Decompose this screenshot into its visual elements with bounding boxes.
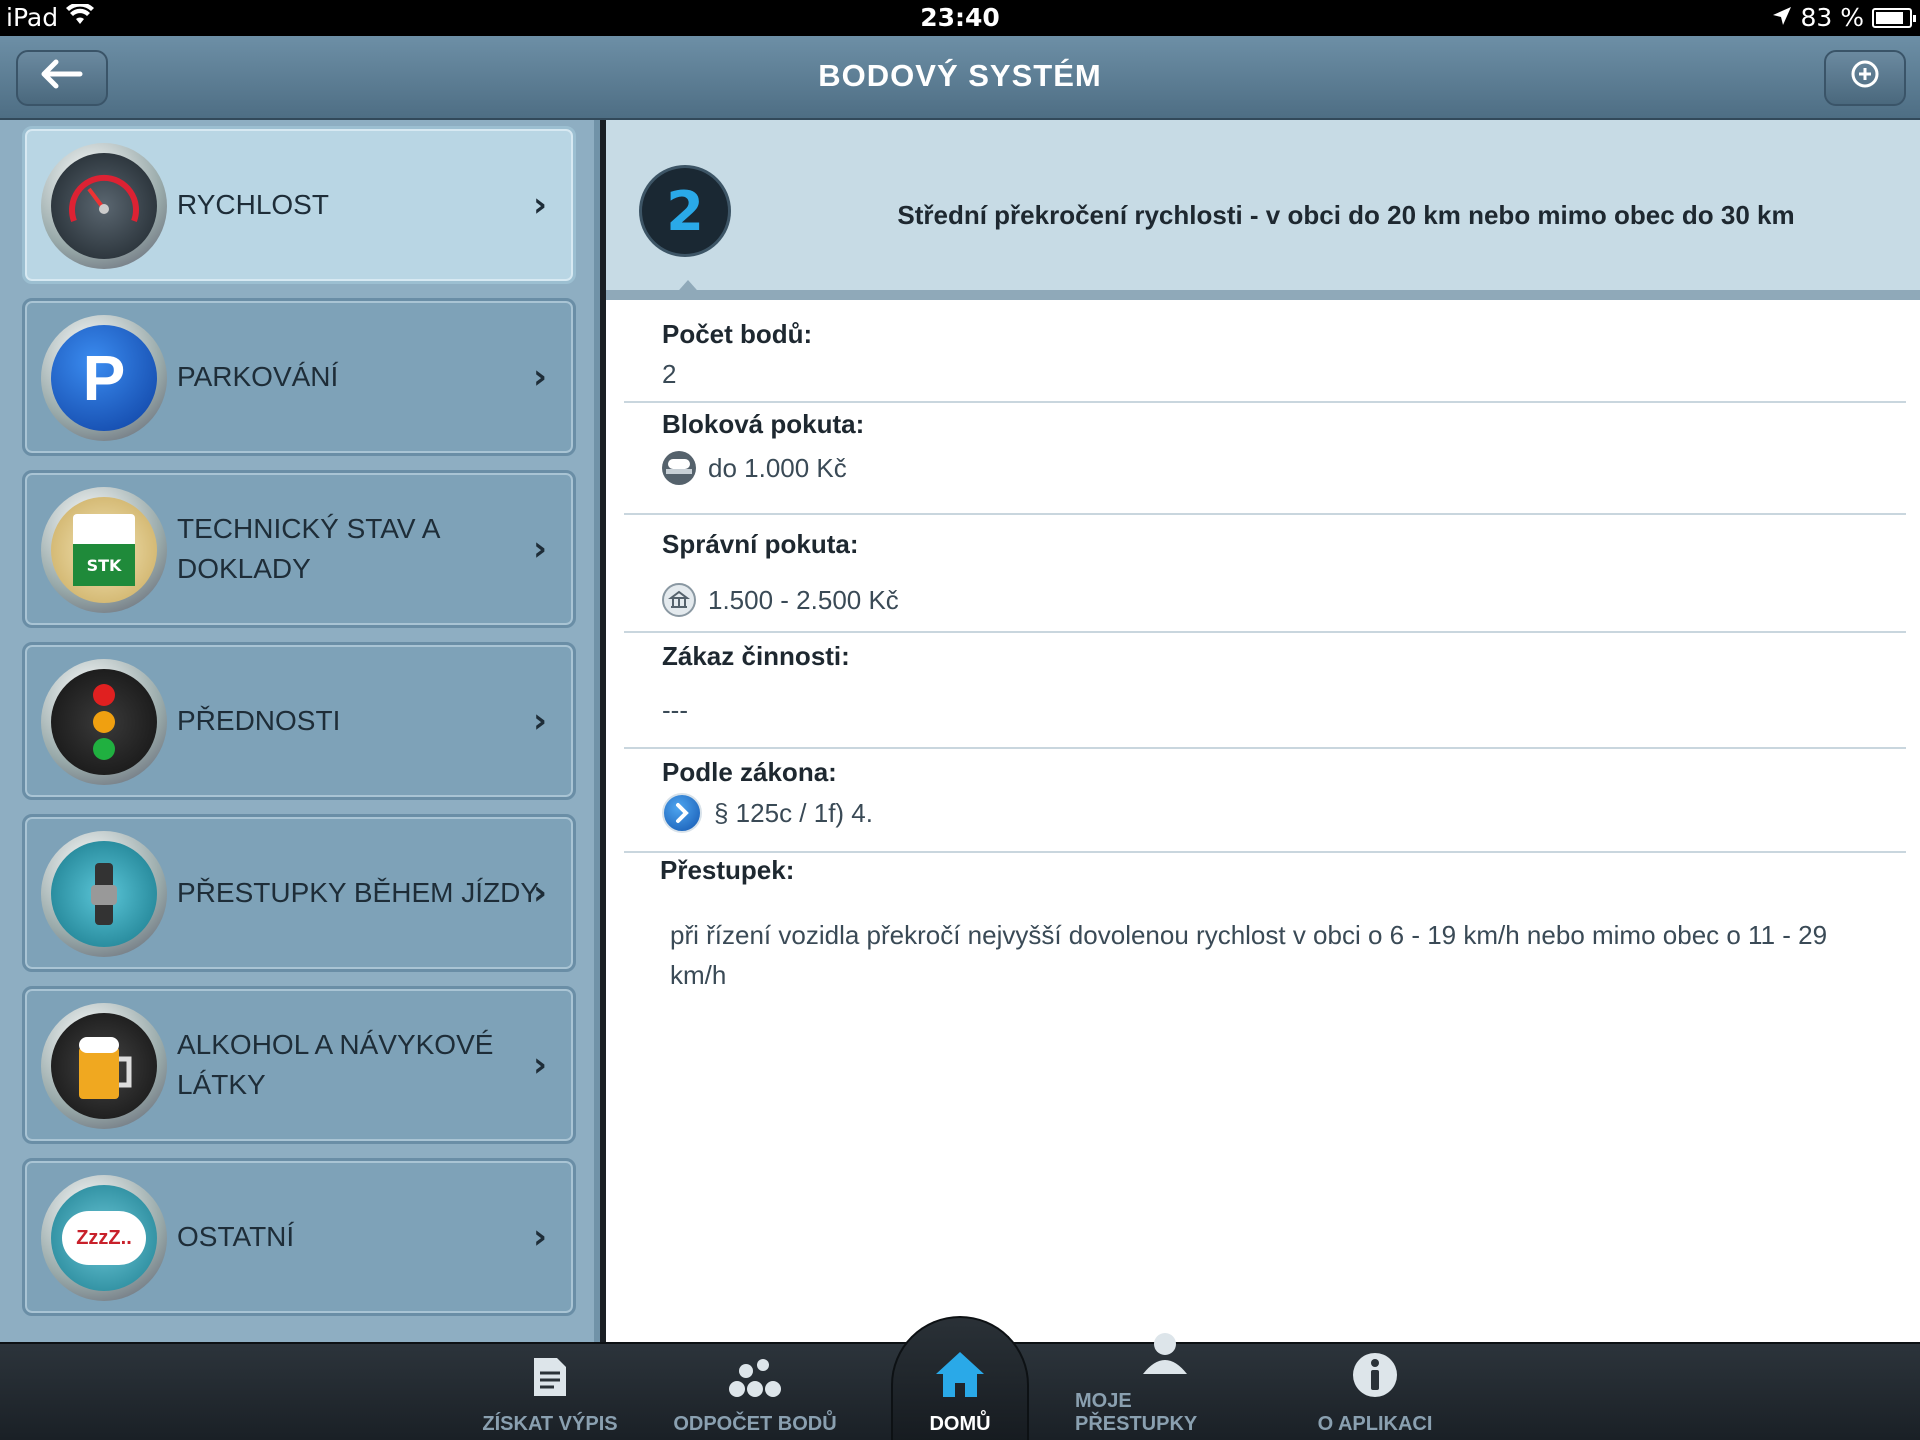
block-fine-field: Bloková pokuta: do 1.000 Kč: [624, 403, 1906, 515]
office-seal-icon: [662, 583, 696, 617]
sleep-text: ZzzZ..: [62, 1211, 146, 1265]
tab-label: ZÍSKAT VÝPIS: [482, 1413, 618, 1435]
battery-percent: 83 %: [1800, 3, 1864, 32]
ban-value: ---: [662, 695, 688, 725]
category-label: RYCHLOST: [177, 189, 329, 220]
tab-ziskat-vypis[interactable]: ZÍSKAT VÝPIS: [470, 1344, 630, 1440]
category-label: ALKOHOL A NÁVYKOVÉ LÁTKY: [177, 1029, 494, 1100]
sleep-bubble-icon: ZzzZ..: [41, 1175, 167, 1301]
info-icon: [1351, 1351, 1399, 1407]
ban-label: Zákaz činnosti:: [662, 641, 850, 671]
law-field: Podle zákona: § 125c / 1f) 4.: [624, 749, 1906, 853]
status-time: 23:40: [920, 3, 1000, 32]
location-arrow-icon: [1772, 3, 1792, 32]
block-fine-value: do 1.000 Kč: [708, 452, 847, 483]
chevron-right-icon: ›: [532, 185, 547, 225]
category-item-alkohol[interactable]: ALKOHOL A NÁVYKOVÉ LÁTKY ›: [22, 986, 576, 1144]
screen: iPad 23:40 83 % BODOVÝ SYSTÉM RYCHLOST ›…: [0, 0, 1920, 1440]
law-label: Podle zákona:: [662, 757, 837, 787]
header-pointer: [672, 280, 704, 298]
category-label: TECHNICKÝ STAV A DOKLADY: [177, 513, 439, 584]
tab-label: O APLIKACI: [1317, 1413, 1433, 1435]
category-label: PŘESTUPKY BĚHEM JÍZDY: [177, 877, 540, 908]
points-field: Počet bodů: 2: [624, 315, 1906, 403]
tab-label: ODPOČET BODŮ: [673, 1413, 837, 1435]
category-sidebar: RYCHLOST › P PARKOVÁNÍ › STK TECHNICKÝ S…: [0, 120, 600, 1342]
detail-panel: 2 Střední překročení rychlosti - v obci …: [606, 120, 1920, 1342]
battery-icon: [1872, 7, 1916, 28]
tab-label: MOJE PŘESTUPKY: [1075, 1390, 1198, 1435]
points-icon: [725, 1355, 785, 1407]
points-badge: 2: [642, 168, 728, 254]
offense-description: při řízení vozidla překročí nejvyšší dov…: [670, 920, 1828, 990]
speedometer-icon: [41, 143, 167, 269]
tab-moje-prestupky[interactable]: MOJE PŘESTUPKY: [1075, 1333, 1255, 1440]
chevron-right-icon: ›: [532, 357, 547, 397]
tab-o-aplikaci[interactable]: O APLIKACI: [1310, 1344, 1440, 1440]
user-icon: [1140, 1330, 1190, 1384]
category-label: OSTATNÍ: [177, 1221, 295, 1252]
detail-header: 2 Střední překročení rychlosti - v obci …: [606, 120, 1920, 300]
stk-document-icon: STK: [41, 487, 167, 613]
admin-fine-field: Správní pokuta: 1.500 - 2.500 Kč: [624, 515, 1906, 633]
traffic-light-icon: [41, 659, 167, 785]
home-icon: [933, 1349, 987, 1407]
tab-label: DOMŮ: [929, 1413, 991, 1435]
chevron-right-icon: ›: [532, 1045, 547, 1085]
chevron-right-icon: ›: [532, 701, 547, 741]
points-value: 2: [662, 359, 677, 389]
chevron-right-icon: ›: [532, 873, 547, 913]
block-fine-label: Bloková pokuta:: [662, 409, 865, 439]
category-item-prestupky-behem-jizdy[interactable]: PŘESTUPKY BĚHEM JÍZDY ›: [22, 814, 576, 972]
page-title: BODOVÝ SYSTÉM: [818, 58, 1102, 93]
points-label: Počet bodů:: [662, 319, 813, 349]
seatbelt-icon: [41, 831, 167, 957]
navigation-bar: BODOVÝ SYSTÉM: [0, 36, 1920, 120]
plus-circle-icon: [1850, 58, 1880, 98]
ban-field: Zákaz činnosti: ---: [624, 633, 1906, 749]
admin-fine-value: 1.500 - 2.500 Kč: [708, 584, 899, 615]
offense-label: Přestupek:: [660, 855, 795, 885]
category-item-technicky-stav[interactable]: STK TECHNICKÝ STAV A DOKLADY ›: [22, 470, 576, 628]
tab-odpocet-bodu[interactable]: ODPOČET BODŮ: [670, 1344, 840, 1440]
beer-icon: [41, 1003, 167, 1129]
police-cap-icon: [662, 451, 696, 485]
tab-bar: ZÍSKAT VÝPIS ODPOČET BODŮ DOMŮ MOJE PŘES…: [0, 1316, 1920, 1440]
offense-title: Střední překročení rychlosti - v obci do…: [897, 200, 1795, 230]
chevron-right-icon: ›: [532, 529, 547, 569]
category-item-parkovani[interactable]: P PARKOVÁNÍ ›: [22, 298, 576, 456]
category-item-ostatni[interactable]: ZzzZ.. OSTATNÍ ›: [22, 1158, 576, 1316]
category-item-rychlost[interactable]: RYCHLOST ›: [22, 126, 576, 284]
category-item-prednosti[interactable]: PŘEDNOSTI ›: [22, 642, 576, 800]
chevron-right-icon: ›: [532, 1217, 547, 1257]
category-label: PARKOVÁNÍ: [177, 361, 339, 392]
status-bar: iPad 23:40 83 %: [0, 0, 1920, 36]
category-label: PŘEDNOSTI: [177, 705, 341, 736]
stk-text: STK: [73, 544, 135, 586]
document-icon: [531, 1355, 569, 1407]
admin-fine-label: Správní pokuta:: [662, 529, 859, 559]
chevron-right-circle-icon[interactable]: [662, 793, 702, 833]
law-value[interactable]: § 125c / 1f) 4.: [714, 798, 873, 829]
law-link[interactable]: § 125c / 1f) 4.: [662, 793, 873, 833]
add-button[interactable]: [1824, 50, 1906, 106]
parking-icon: P: [41, 315, 167, 441]
tab-domu[interactable]: DOMŮ: [905, 1344, 1015, 1440]
